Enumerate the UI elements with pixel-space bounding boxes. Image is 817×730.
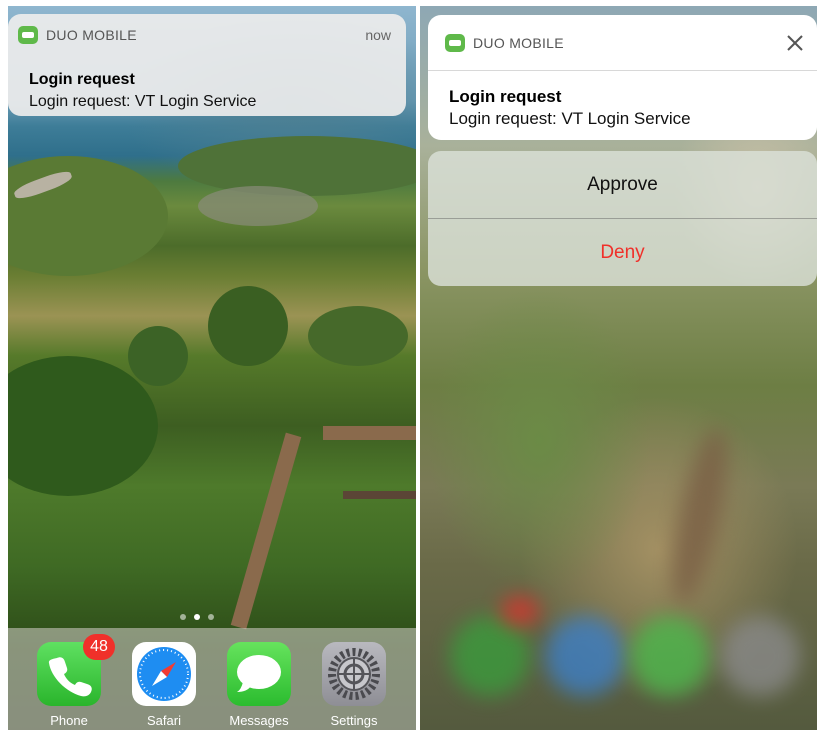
dock-app-messages[interactable]: Messages <box>226 642 292 728</box>
dock-label-settings: Settings <box>330 713 378 728</box>
dock-label-safari: Safari <box>147 713 181 728</box>
approve-button[interactable]: Approve <box>428 151 817 218</box>
expanded-notification-screen: DUO MOBILE Login request Login request: … <box>420 6 817 730</box>
duo-app-icon <box>18 26 38 44</box>
notification-body: Login request: VT Login Service <box>449 109 691 128</box>
notification-time: now <box>365 27 391 43</box>
duo-app-icon <box>445 34 465 52</box>
notification-card: DUO MOBILE Login request Login request: … <box>428 15 817 140</box>
page-dot <box>208 614 214 620</box>
compass-icon <box>132 642 196 706</box>
notification-actions: Approve Deny <box>428 151 817 286</box>
dock-label-phone: Phone <box>50 713 88 728</box>
notification-body: Login request: VT Login Service <box>29 93 257 110</box>
notification-count-badge: 48 <box>83 634 115 660</box>
page-indicator[interactable] <box>180 614 214 620</box>
dock-label-messages: Messages <box>229 713 289 728</box>
notification-title: Login request <box>449 87 562 106</box>
dock-app-safari[interactable]: Safari <box>131 642 197 728</box>
deny-button[interactable]: Deny <box>428 219 817 286</box>
speech-bubble-icon <box>227 642 291 706</box>
notification-title: Login request <box>29 71 135 88</box>
notification-header: DUO MOBILE <box>18 26 137 44</box>
gear-icon <box>322 642 386 706</box>
notification-header: DUO MOBILE <box>445 34 564 52</box>
app-name: DUO MOBILE <box>473 35 564 51</box>
phone-icon: 48 <box>37 634 115 706</box>
close-icon[interactable] <box>783 31 807 55</box>
dock: 48 Phone Safari Messages Settings <box>8 628 416 730</box>
page-dot <box>180 614 186 620</box>
page-dot-active <box>194 614 200 620</box>
dock-app-phone[interactable]: 48 Phone <box>36 634 115 728</box>
home-screen: DUO MOBILE now Login request Login reque… <box>8 6 416 730</box>
app-name: DUO MOBILE <box>46 27 137 43</box>
notification-banner[interactable]: DUO MOBILE now Login request Login reque… <box>8 14 406 116</box>
divider <box>428 70 817 71</box>
dock-app-settings[interactable]: Settings <box>321 642 387 728</box>
